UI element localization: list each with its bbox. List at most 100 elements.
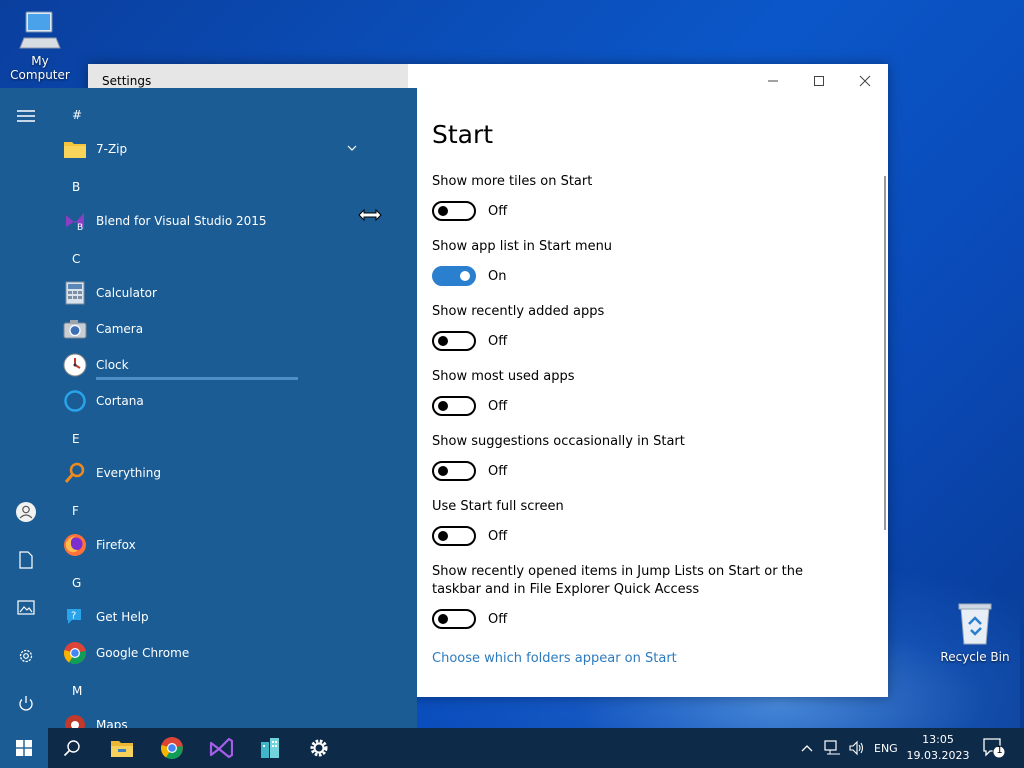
letter-header[interactable]: C — [72, 252, 80, 266]
app-item-camera[interactable]: Camera — [62, 314, 362, 344]
app-list-toggle[interactable] — [432, 266, 476, 286]
taskbar-settings[interactable] — [295, 728, 343, 768]
jump-lists-toggle[interactable] — [432, 609, 476, 629]
show-hidden-icons-button[interactable] — [800, 728, 814, 768]
setting-app-list: Show app list in Start menu On — [432, 238, 872, 303]
taskbar: ENG 13:05 19.03.2023 1 — [0, 728, 1024, 768]
more-tiles-toggle[interactable] — [432, 201, 476, 221]
letter-header[interactable]: E — [72, 432, 80, 446]
taskbar-visual-studio[interactable] — [197, 728, 245, 768]
svg-text:?: ? — [71, 611, 76, 622]
recycle-bin-icon — [958, 603, 992, 645]
toggle-state-label: Off — [488, 463, 508, 479]
app-label: Maps — [96, 718, 128, 728]
taskbar-file-explorer[interactable] — [98, 728, 146, 768]
settings-content: Start Show more tiles on Start Off Show … — [432, 120, 872, 666]
setting-recently-added: Show recently added apps Off — [432, 303, 872, 368]
power-button[interactable] — [14, 692, 38, 716]
chevron-down-icon[interactable] — [346, 142, 358, 154]
app-item-blend[interactable]: B Blend for Visual Studio 2015 — [62, 206, 362, 236]
hamburger-menu-button[interactable] — [14, 104, 38, 128]
user-icon — [16, 502, 36, 522]
app-label: Clock — [96, 358, 129, 372]
minimize-icon — [768, 80, 778, 82]
my-computer-desktop-icon[interactable]: My Computer — [0, 8, 80, 82]
user-account-button[interactable] — [14, 500, 38, 524]
app-item-everything[interactable]: Everything — [62, 458, 362, 488]
taskbar-app-buildings[interactable] — [246, 728, 294, 768]
letter-header[interactable]: B — [72, 180, 80, 194]
my-computer-label: My Computer — [10, 54, 70, 82]
svg-text:B: B — [77, 223, 83, 233]
letter-header[interactable]: M — [72, 684, 82, 698]
search-magnifier-icon — [62, 460, 88, 486]
taskbar-clock[interactable]: 13:05 19.03.2023 — [900, 732, 976, 764]
app-item-maps[interactable]: Maps — [62, 710, 362, 728]
app-item-google-chrome[interactable]: Google Chrome — [62, 638, 362, 668]
settings-rail-button[interactable] — [14, 644, 38, 668]
notification-icon — [983, 738, 1006, 759]
recycle-bin-desktop-icon[interactable]: Recycle Bin — [938, 600, 1012, 664]
settings-title-bar[interactable]: Settings — [88, 64, 408, 89]
letter-header[interactable]: F — [72, 504, 79, 518]
full-screen-toggle[interactable] — [432, 526, 476, 546]
minimize-button[interactable] — [758, 70, 788, 92]
app-label: Firefox — [96, 538, 136, 552]
setting-jump-lists: Show recently opened items in Jump Lists… — [432, 563, 872, 647]
language-indicator[interactable]: ENG — [874, 728, 898, 768]
windows-logo-icon — [16, 740, 32, 756]
setting-label: Show recently opened items in Jump Lists… — [432, 564, 804, 597]
calculator-icon — [62, 280, 88, 306]
app-item-cortana[interactable]: Cortana — [62, 386, 362, 416]
search-icon — [63, 740, 80, 757]
action-center-button[interactable]: 1 — [982, 728, 1008, 768]
setting-label: Use Start full screen — [432, 499, 564, 514]
firefox-icon — [62, 532, 88, 558]
setting-full-screen: Use Start full screen Off — [432, 498, 872, 563]
start-button[interactable] — [0, 728, 48, 768]
power-icon — [19, 696, 33, 711]
blend-icon: B — [62, 208, 88, 234]
suggestions-toggle[interactable] — [432, 461, 476, 481]
cortana-icon — [62, 388, 88, 414]
letter-header[interactable]: # — [72, 108, 82, 122]
close-button[interactable] — [850, 70, 880, 92]
language-label: ENG — [874, 741, 898, 755]
help-icon: ? — [62, 604, 88, 630]
network-button[interactable] — [824, 728, 842, 768]
recently-added-toggle[interactable] — [432, 331, 476, 351]
toggle-state-label: Off — [488, 528, 508, 544]
taskbar-google-chrome[interactable] — [148, 728, 196, 768]
toggle-state-label: Off — [488, 611, 508, 627]
chevron-up-icon — [801, 745, 813, 752]
page-title: Start — [432, 120, 494, 149]
documents-button[interactable] — [14, 548, 38, 572]
settings-scrollbar[interactable] — [884, 176, 886, 530]
setting-label: Show most used apps — [432, 369, 575, 384]
choose-folders-link[interactable]: Choose which folders appear on Start — [432, 651, 677, 666]
maximize-button[interactable] — [804, 70, 834, 92]
app-label: Everything — [96, 466, 161, 480]
letter-header[interactable]: G — [72, 576, 81, 590]
setting-label: Show more tiles on Start — [432, 174, 593, 189]
camera-icon — [62, 316, 88, 342]
app-item-firefox[interactable]: Firefox — [62, 530, 362, 560]
start-menu: # 7-Zip B B Blend for Visual Studio 2015… — [0, 88, 417, 728]
clock-time: 13:05 — [922, 733, 954, 746]
app-item-clock[interactable]: Clock — [62, 350, 362, 380]
volume-button[interactable] — [848, 728, 866, 768]
app-item-7zip[interactable]: 7-Zip — [62, 134, 362, 164]
pictures-button[interactable] — [14, 596, 38, 620]
hamburger-icon — [17, 110, 35, 122]
app-item-calculator[interactable]: Calculator — [62, 278, 362, 308]
picture-icon — [17, 600, 35, 615]
settings-window-title: Settings — [102, 74, 152, 88]
app-label: Cortana — [96, 394, 144, 408]
app-item-get-help[interactable]: ? Get Help — [62, 602, 362, 632]
app-label: Camera — [96, 322, 144, 336]
most-used-toggle[interactable] — [432, 396, 476, 416]
taskbar-search-button[interactable] — [48, 728, 96, 768]
clock-item-progress-bar — [96, 377, 298, 380]
file-explorer-icon — [111, 741, 133, 757]
app-label: 7-Zip — [96, 142, 128, 156]
